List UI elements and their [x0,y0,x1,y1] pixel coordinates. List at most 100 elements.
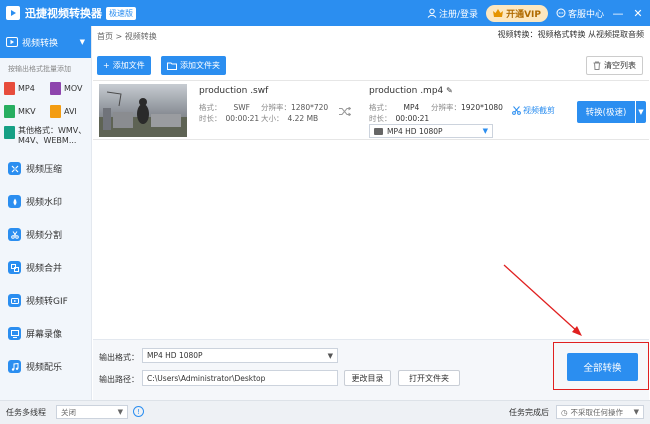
source-duration: 时长： 00:00:21 [199,114,260,123]
title-bar: 迅捷视频转换器 极速版 注册/登录 开通VIP 客服中心 — ✕ [0,0,650,26]
format-label: AVI [64,107,77,116]
app-title: 迅捷视频转换器 [25,7,102,20]
change-directory-button[interactable]: 更改目录 [344,370,391,386]
minimize-button[interactable]: — [612,7,624,20]
mov-file-icon [50,82,61,95]
close-button[interactable]: ✕ [632,7,644,20]
output-path-field[interactable]: C:\Users\Administrator\Desktop [142,370,338,386]
merge-icon [8,261,21,274]
output-format-value: MP4 HD 1080P [147,351,203,360]
format-other[interactable]: 其他格式：WMV、M4V、WEBM... [0,118,91,146]
sidebar-active-label: 视频转换 [22,38,59,49]
clear-list-label: 清空列表 [604,61,636,70]
output-format-select[interactable]: MP4 HD 1080P ▼ [142,348,338,363]
sidebar-item-screen-record[interactable]: 屏幕录像 [0,317,91,350]
vip-label: 开通VIP [506,9,541,20]
after-complete-label: 任务完成后 [509,408,549,417]
target-file-label: production .mp4 [369,86,444,96]
format-mkv[interactable]: MKV [4,105,50,118]
video-convert-icon [6,37,18,47]
multithread-select[interactable]: 关闭 ▼ [56,405,128,419]
login-label: 注册/登录 [439,9,479,20]
split-icon [8,228,21,241]
target-file-name[interactable]: production .mp4 ✎ [369,86,453,96]
service-label: 客服中心 [567,9,604,20]
convert-all-button[interactable]: 全部转换 [567,353,638,381]
add-file-button[interactable]: + 添加文件 [97,56,151,75]
format-label: MKV [18,107,36,116]
info-icon[interactable]: ! [133,406,144,417]
vip-button[interactable]: 开通VIP [486,4,548,22]
output-path-label: 输出路径： [99,375,139,384]
clock-icon: ◷ [561,407,568,417]
crown-icon [493,9,504,17]
sidebar-item-label: 视频合并 [26,264,63,274]
chat-icon [556,8,566,18]
format-label: MOV [64,84,83,93]
sidebar-item-split[interactable]: 视频分割 [0,218,91,251]
mkv-file-icon [4,105,15,118]
login-button[interactable]: 注册/登录 [427,7,478,20]
annotation-arrow-icon [503,264,582,336]
sidebar-hint: 按输出格式批量添加 [8,65,71,73]
after-complete-value: 不采取任何操作 [570,407,624,417]
chevron-down-icon: ▼ [638,108,644,116]
sidebar-item-label: 视频转GIF [26,297,68,307]
after-complete-select[interactable]: ◷ 不采取任何操作 ▼ [556,405,644,419]
status-bar: 任务多线程 关闭 ▼ ! 任务完成后 ◷ 不采取任何操作 ▼ [0,400,650,424]
convert-fast-button[interactable]: 转换(极速) [577,101,635,123]
video-edit-label: 视频截剪 [523,106,555,115]
chevron-down-icon: ▼ [117,408,123,416]
plus-icon: + [103,61,110,70]
multithread-label: 任务多线程 [6,408,46,417]
target-format: 格式： MP4 [369,103,420,112]
target-format-value: MP4 HD 1080P [387,126,443,136]
video-edit-link[interactable]: 视频截剪 [512,105,555,116]
format-mov[interactable]: MOV [50,82,96,95]
format-avi[interactable]: AVI [50,105,96,118]
add-folder-label: 添加文件夹 [180,61,220,70]
sidebar-item-label: 视频分割 [26,231,63,241]
source-file-name: production .swf [199,86,269,96]
output-format-label: 输出格式： [99,353,139,362]
breadcrumb: 首页 > 视频转换 [97,32,157,41]
target-format-select[interactable]: MP4 HD 1080P ▼ [369,124,493,138]
source-size: 大小： 4.22 MB [261,114,319,123]
sidebar-item-gif[interactable]: 视频转GIF [0,284,91,317]
sidebar-item-watermark[interactable]: 视频水印 [0,185,91,218]
sidebar-item-label: 视频配乐 [26,363,63,373]
chevron-down-icon: ▼ [327,351,333,360]
format-other-label: 其他格式：WMV、M4V、WEBM... [18,126,87,145]
avi-file-icon [50,105,61,118]
sidebar-item-merge[interactable]: 视频合并 [0,251,91,284]
pencil-icon[interactable]: ✎ [446,86,453,95]
sidebar-item-label: 屏幕录像 [26,330,63,340]
source-format: 格式： SWF [199,103,250,112]
trash-icon [593,61,601,70]
service-button[interactable]: 客服中心 [556,7,604,20]
format-mp4[interactable]: MP4 [4,82,50,95]
sidebar-item-compress[interactable]: 视频压缩 [0,152,91,185]
sidebar-item-label: 视频水印 [26,198,63,208]
sidebar: 视频转换 ▼ 按输出格式批量添加 MP4 MOV MKV AVI 其他格式：WM… [0,26,92,400]
add-file-label: 添加文件 [112,61,145,70]
sidebar-item-video-convert[interactable]: 视频转换 ▼ [0,26,91,58]
watermark-icon [8,195,21,208]
source-resolution: 分辨率：1280*720 [261,103,329,112]
open-folder-button[interactable]: 打开文件夹 [398,370,460,386]
add-folder-button[interactable]: 添加文件夹 [161,56,226,75]
video-file-icon [374,127,383,135]
clear-list-button[interactable]: 清空列表 [586,56,643,75]
chevron-down-icon: ▼ [79,38,85,46]
music-icon [8,360,21,373]
edition-badge: 极速版 [106,6,136,20]
format-label: MP4 [18,84,35,93]
convert-options-dropdown[interactable]: ▼ [636,101,646,123]
mp4-file-icon [4,82,15,95]
chevron-down-icon: ▼ [633,408,639,416]
sidebar-item-music[interactable]: 视频配乐 [0,350,91,383]
scissors-icon [512,106,521,115]
file-row[interactable]: production .swf 格式： SWF 分辨率：1280*720 时长： 0… [93,80,649,140]
chevron-down-icon: ▼ [482,127,488,135]
video-thumbnail [99,84,187,137]
